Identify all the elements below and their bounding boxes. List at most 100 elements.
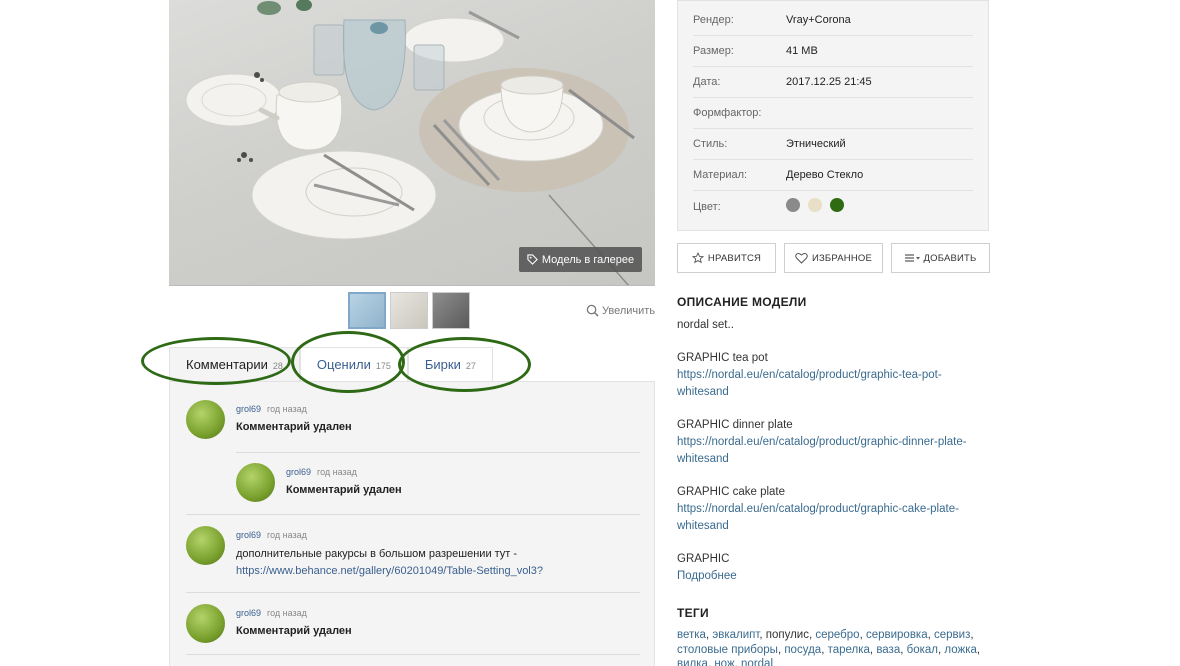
model-preview-image[interactable]: Модель в галерее bbox=[169, 0, 655, 286]
thumbnail-strip bbox=[348, 292, 470, 329]
divider bbox=[186, 514, 640, 515]
star-icon bbox=[691, 252, 704, 264]
description-item: GRAPHIC tea pot https://nordal.eu/en/cat… bbox=[677, 350, 987, 401]
tab-comments[interactable]: Комментарии 28 bbox=[169, 347, 300, 381]
model-in-gallery-button[interactable]: Модель в галерее bbox=[519, 247, 642, 272]
like-label: НРАВИТСЯ bbox=[707, 252, 762, 264]
info-label: Цвет: bbox=[693, 200, 721, 213]
item-link[interactable]: https://nordal.eu/en/catalog/product/gra… bbox=[677, 503, 959, 532]
comments-panel: grol69 год назад Комментарий удален grol6… bbox=[169, 381, 655, 666]
avatar[interactable] bbox=[186, 400, 225, 439]
divider bbox=[186, 592, 640, 593]
item-link[interactable]: https://nordal.eu/en/catalog/product/gra… bbox=[677, 369, 942, 398]
tag-link[interactable]: посуда bbox=[784, 644, 821, 656]
description-intro: nordal set.. bbox=[677, 319, 734, 331]
info-row-style: Стиль: Этнический bbox=[693, 129, 973, 160]
comment-item: grol69 год назад Комментарий удален bbox=[186, 400, 352, 439]
tag-link[interactable]: бокал bbox=[907, 644, 938, 656]
tag-link[interactable]: ветка bbox=[677, 629, 706, 641]
tags-list: ветка, эвкалипт, популис, серебро, серви… bbox=[677, 628, 987, 666]
comment-item: grol69 год назад Комментарий удален bbox=[186, 604, 352, 643]
favorite-label: ИЗБРАННОЕ bbox=[811, 252, 873, 264]
info-label: Материал: bbox=[693, 169, 748, 181]
list-add-icon bbox=[904, 254, 920, 262]
comments-tabs: Комментарии 28 Оценили 175 Бирки 27 bbox=[169, 347, 493, 381]
tags-section: ТЕГИ ветка, эвкалипт, популис, серебро, … bbox=[677, 606, 987, 666]
model-in-gallery-label: Модель в галерее bbox=[541, 253, 635, 266]
model-info-panel: Рендер: Vray+Corona Размер: 41 MB Дата: … bbox=[677, 0, 989, 231]
tab-rated-label: Оценили bbox=[316, 357, 371, 372]
tableware-render-illustration bbox=[185, 0, 635, 285]
info-label: Рендер: bbox=[693, 14, 734, 26]
comment-link[interactable]: https://www.behance.net/gallery/60201049… bbox=[236, 565, 543, 577]
comment-text: Комментарий удален bbox=[286, 484, 402, 496]
item-name: GRAPHIC bbox=[677, 553, 730, 565]
item-name: GRAPHIC tea pot bbox=[677, 352, 768, 364]
item-link[interactable]: https://nordal.eu/en/catalog/product/gra… bbox=[677, 436, 967, 465]
info-label: Дата: bbox=[693, 76, 721, 88]
tag-link[interactable]: нож bbox=[714, 658, 734, 666]
info-label: Стиль: bbox=[693, 138, 728, 150]
info-value: 2017.12.25 21:45 bbox=[786, 76, 872, 88]
info-row-formfactor: Формфактор: bbox=[693, 98, 973, 129]
tag-link[interactable]: nordal bbox=[741, 658, 773, 666]
info-value[interactable]: Этнический bbox=[786, 138, 846, 150]
tab-rated[interactable]: Оценили 175 bbox=[299, 347, 408, 381]
divider bbox=[236, 452, 640, 453]
comment-time: год назад bbox=[267, 530, 307, 540]
tags-line-3: вилка, нож, nordal bbox=[677, 657, 987, 666]
tag-link[interactable]: ложка bbox=[944, 644, 976, 656]
model-description: ОПИСАНИЕ МОДЕЛИ nordal set.. GRAPHIC tea… bbox=[677, 295, 987, 666]
read-more-link[interactable]: Подробнее bbox=[677, 570, 737, 582]
comment-time: год назад bbox=[267, 404, 307, 414]
tag-link[interactable]: эвкалипт bbox=[712, 629, 759, 641]
comment-author[interactable]: grol69 bbox=[236, 530, 261, 540]
tab-tags[interactable]: Бирки 27 bbox=[407, 347, 493, 381]
tags-line-1: ветка, эвкалипт, популис, серебро, серви… bbox=[677, 629, 974, 641]
comment-time: год назад bbox=[267, 608, 307, 618]
description-item: GRAPHIC cake plate https://nordal.eu/en/… bbox=[677, 484, 987, 535]
tag-icon bbox=[527, 254, 538, 265]
zoom-link[interactable]: Увеличить bbox=[586, 304, 655, 317]
color-swatch-green[interactable] bbox=[830, 198, 845, 212]
comment-reply: grol69 год назад Комментарий удален bbox=[236, 463, 402, 502]
comment-text: дополнительные ракурсы в большом разреше… bbox=[236, 546, 543, 580]
tab-tags-label: Бирки bbox=[424, 357, 461, 372]
comment-text: Комментарий удален bbox=[236, 421, 352, 433]
info-row-color: Цвет: bbox=[693, 191, 973, 222]
info-row-size: Размер: 41 MB bbox=[693, 36, 973, 67]
tag-link[interactable]: вилка bbox=[677, 658, 708, 666]
color-swatch-gray[interactable] bbox=[786, 198, 800, 212]
info-row-render: Рендер: Vray+Corona bbox=[693, 5, 973, 36]
comment-author[interactable]: grol69 bbox=[236, 608, 261, 618]
avatar[interactable] bbox=[236, 463, 275, 502]
tags-title: ТЕГИ bbox=[677, 606, 709, 620]
tab-rated-count: 175 bbox=[375, 361, 391, 371]
tag-link[interactable]: столовые приборы bbox=[677, 644, 778, 656]
tab-comments-label: Комментарии bbox=[186, 357, 268, 372]
action-buttons: НРАВИТСЯ ИЗБРАННОЕ ДОБАВИТЬ bbox=[677, 243, 990, 273]
thumbnail-1[interactable] bbox=[348, 292, 386, 329]
heart-icon bbox=[795, 253, 808, 264]
avatar[interactable] bbox=[186, 604, 225, 643]
thumbnail-2[interactable] bbox=[390, 292, 428, 329]
color-swatch-beige[interactable] bbox=[808, 198, 823, 212]
description-item: GRAPHIC dinner plate https://nordal.eu/e… bbox=[677, 417, 987, 468]
favorite-button[interactable]: ИЗБРАННОЕ bbox=[784, 243, 883, 273]
tag-link[interactable]: сервировка bbox=[866, 629, 928, 641]
like-button[interactable]: НРАВИТСЯ bbox=[677, 243, 776, 273]
tag-link[interactable]: ваза bbox=[876, 644, 900, 656]
comment-author[interactable]: grol69 bbox=[236, 404, 261, 414]
add-button[interactable]: ДОБАВИТЬ bbox=[891, 243, 990, 273]
info-label: Формфактор: bbox=[693, 107, 762, 119]
info-value[interactable]: Дерево Стекло bbox=[786, 169, 863, 181]
tab-comments-count: 28 bbox=[272, 361, 283, 371]
item-name: GRAPHIC dinner plate bbox=[677, 419, 793, 431]
avatar[interactable] bbox=[186, 526, 225, 565]
tag-link[interactable]: тарелка bbox=[828, 644, 870, 656]
item-name: GRAPHIC cake plate bbox=[677, 486, 786, 498]
tag-link[interactable]: серебро bbox=[815, 629, 859, 641]
tag-link[interactable]: сервиз bbox=[934, 629, 970, 641]
thumbnail-3[interactable] bbox=[432, 292, 470, 329]
comment-author[interactable]: grol69 bbox=[286, 467, 311, 477]
